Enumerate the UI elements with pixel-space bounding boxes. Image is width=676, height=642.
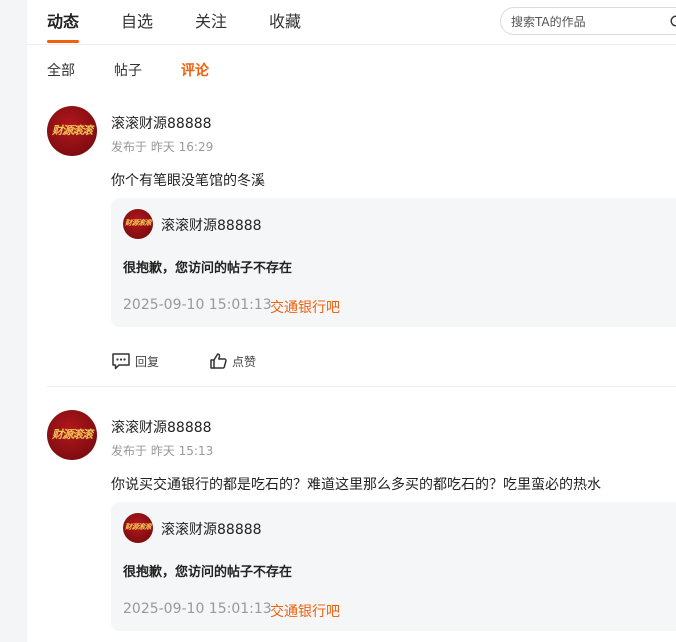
main-tabs: 动态 自选 关注 收藏 (47, 0, 343, 44)
avatar[interactable]: 财源滚滚 (47, 410, 97, 460)
quoted-time: 2025-09-10 15:01:13 (123, 601, 272, 617)
avatar-text: 财源滚滚 (52, 124, 93, 137)
like-button[interactable]: 点赞 (209, 352, 256, 370)
like-label: 点赞 (232, 354, 257, 369)
quoted-time: 2025-09-10 15:01:13 (123, 297, 272, 313)
search-box (500, 7, 676, 35)
tab-dynamics[interactable]: 动态 (47, 0, 80, 44)
comment-icon (112, 353, 130, 370)
quoted-author[interactable]: 滚滚财源88888 (161, 519, 262, 539)
tab-watchlist[interactable]: 自选 (121, 0, 153, 44)
subtab-posts[interactable]: 帖子 (114, 61, 142, 81)
quoted-post[interactable]: 财源滚滚 滚滚财源88888 很抱歉，您访问的帖子不存在 2025-09-10 … (111, 198, 676, 327)
reply-label: 回复 (135, 354, 160, 369)
quoted-post[interactable]: 财源滚滚 滚滚财源88888 很抱歉，您访问的帖子不存在 2025-09-10 … (111, 502, 676, 631)
avatar-text: 财源滚滚 (125, 219, 152, 227)
quoted-bar-link[interactable]: 交通银行吧 (270, 297, 340, 317)
avatar-text: 财源滚滚 (52, 428, 93, 441)
item-divider (47, 386, 676, 387)
quoted-message: 很抱歉，您访问的帖子不存在 (123, 261, 293, 276)
quoted-bar-link[interactable]: 交通银行吧 (270, 601, 340, 621)
author-name[interactable]: 滚滚财源88888 (111, 417, 212, 437)
quoted-message: 很抱歉，您访问的帖子不存在 (123, 565, 293, 580)
quoted-author[interactable]: 滚滚财源88888 (161, 215, 262, 235)
tab-following[interactable]: 关注 (195, 0, 227, 44)
tab-favorites[interactable]: 收藏 (269, 0, 301, 44)
subtab-comments[interactable]: 评论 (181, 61, 209, 81)
profile-panel: 动态 自选 关注 收藏 全部 帖子 评论 财源滚滚 滚滚财源88888 发布于 … (27, 0, 676, 642)
post-time: 发布于 昨天 15:13 (111, 444, 214, 458)
subtab-all[interactable]: 全部 (47, 61, 75, 81)
comment-text: 你个有笔眼没笔馆的冬溪 (111, 173, 265, 189)
comment-text: 你说买交通银行的都是吃石的？难道这里那么多买的都吃石的？吃里蛮必的热水 (111, 477, 601, 493)
reply-button[interactable]: 回复 (111, 352, 159, 370)
sub-tabs: 全部 帖子 评论 (47, 61, 248, 81)
action-row: 回复 点赞 (111, 352, 306, 370)
author-name[interactable]: 滚滚财源88888 (111, 113, 212, 133)
thumbs-up-icon (210, 353, 227, 369)
quoted-avatar[interactable]: 财源滚滚 (123, 209, 153, 239)
header-divider (27, 44, 676, 45)
quoted-avatar[interactable]: 财源滚滚 (123, 513, 153, 543)
avatar-text: 财源滚滚 (125, 523, 152, 531)
avatar[interactable]: 财源滚滚 (47, 106, 97, 156)
search-input[interactable] (511, 13, 661, 30)
post-time: 发布于 昨天 16:29 (111, 140, 214, 154)
search-icon[interactable] (670, 14, 676, 33)
